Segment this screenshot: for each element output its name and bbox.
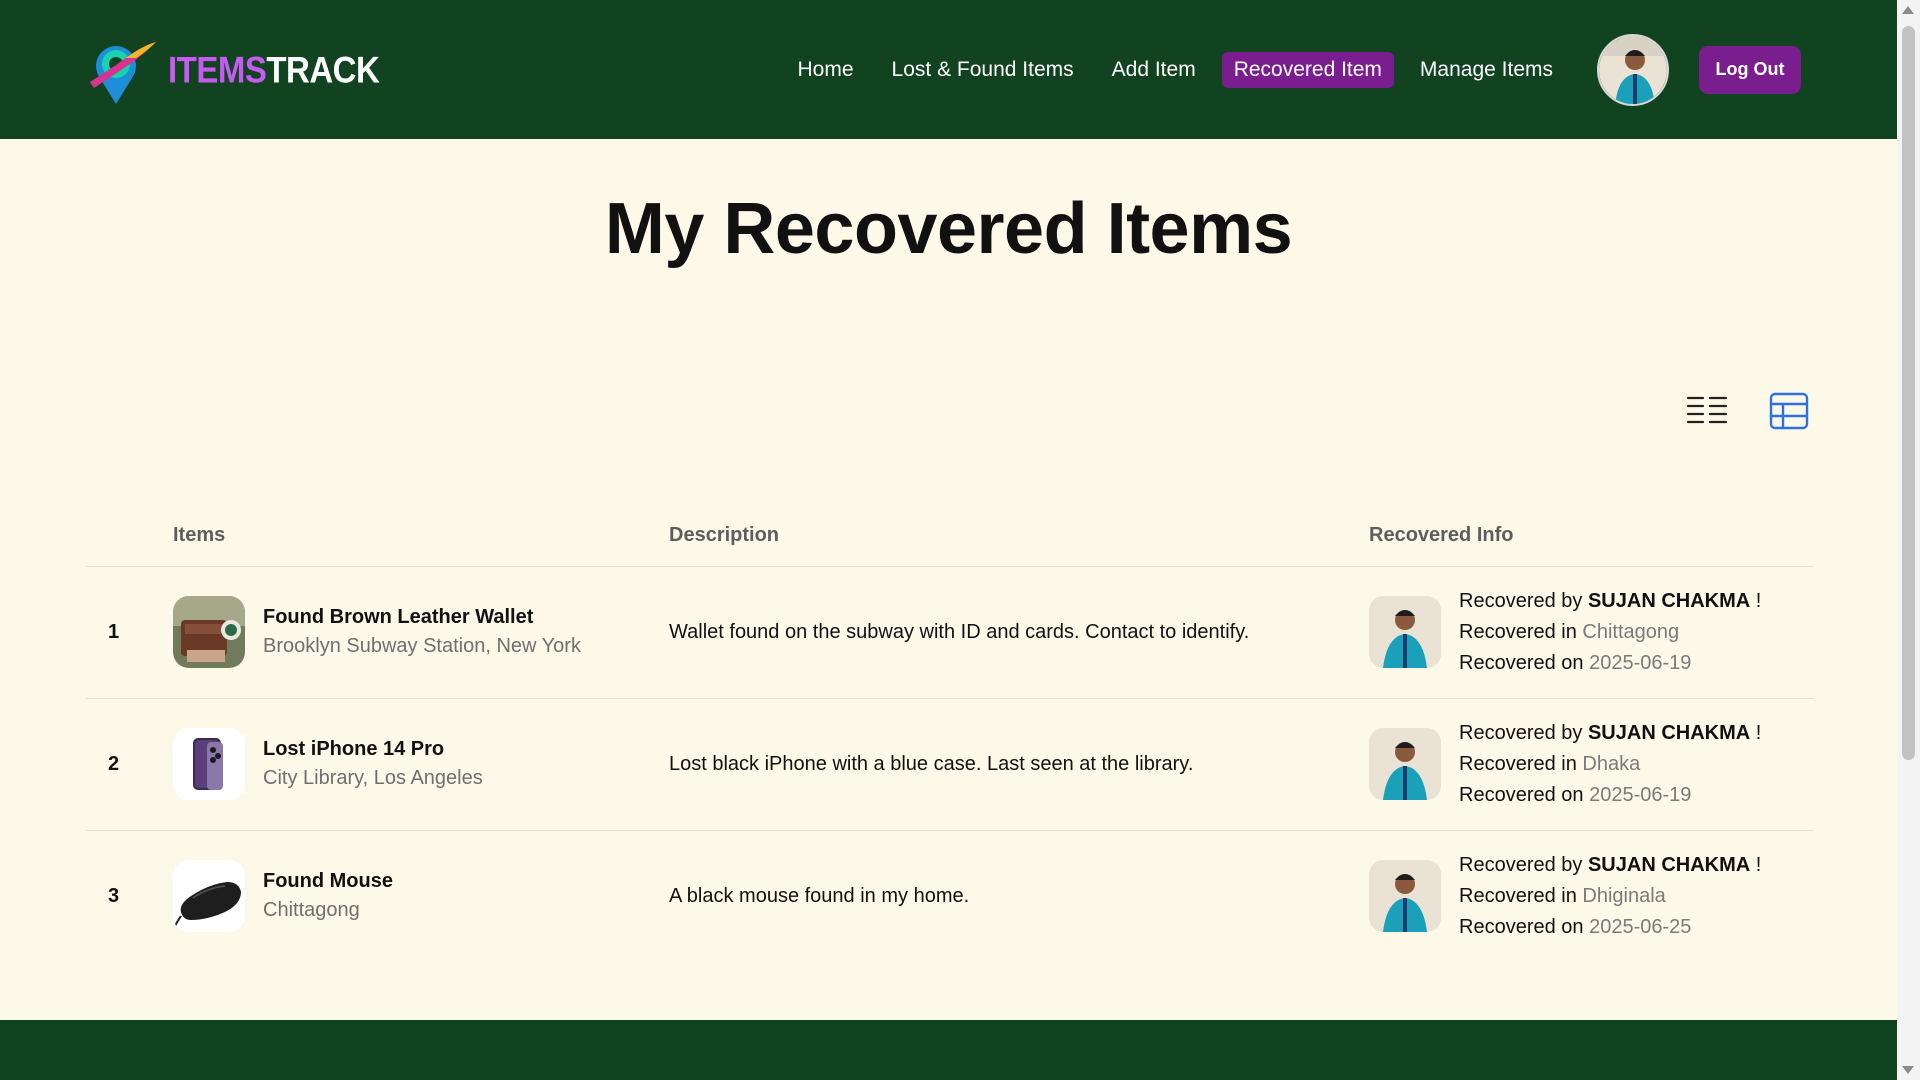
mouse-image (173, 860, 245, 933)
recovered-on-label: Recovered on (1459, 651, 1584, 674)
page-title: My Recovered Items (604, 189, 1293, 269)
recovered-by-suffix: ! (1755, 721, 1762, 744)
recovered-in-value: Chittagong (1582, 620, 1680, 643)
item-location: Chittagong (263, 899, 360, 922)
nav-link-add-item[interactable]: Add Item (1100, 52, 1208, 88)
row-index: 2 (86, 698, 173, 831)
recovered-on-line: Recovered on 2025-06-19 (1459, 648, 1761, 679)
header-recovered-info: Recovered Info (1369, 506, 1813, 567)
brand-name: ITEMSTRACK (168, 48, 380, 91)
recovered-by-label: Recovered by (1459, 589, 1583, 612)
recovered-in-line: Recovered in Dhiginala (1459, 881, 1761, 912)
nav-link-manage-items[interactable]: Manage Items (1408, 52, 1565, 88)
header-index (86, 506, 173, 567)
view-toggle-group (1686, 392, 1810, 430)
logout-button[interactable]: Log Out (1699, 45, 1801, 94)
scrollbar-thumb[interactable] (1902, 26, 1915, 760)
iphone-image (173, 728, 245, 800)
recoverer-avatar-image (1369, 596, 1441, 668)
item-thumbnail (173, 728, 245, 800)
table-row: 2 Lost iPhone 14 Pro City Library, Los A… (86, 698, 1813, 831)
row-index: 3 (108, 884, 120, 907)
recovered-by-suffix: ! (1755, 589, 1762, 612)
nav-link-recovered-item[interactable]: Recovered Item (1221, 51, 1394, 88)
item-location: City Library, Los Angeles (263, 767, 483, 789)
recovered-by-name: SUJAN CHAKMA (1587, 721, 1751, 744)
recovered-in-label: Recovered in (1459, 620, 1577, 643)
page: ITEMSTRACK Home Lost & Found Items Add I… (0, 0, 1897, 1080)
recovered-by-label: Recovered by (1459, 853, 1583, 876)
recovered-info-cell: Recovered by SUJAN CHAKMA ! Recovered in… (1369, 586, 1813, 679)
page-scrollbar[interactable] (1897, 0, 1920, 1080)
item-cell: Found Mouse Chittagong (173, 860, 669, 933)
recovered-info-cell: Recovered by SUJAN CHAKMA ! Recovered in… (1369, 850, 1813, 943)
table-row: 1 Found Brown Leather Wallet Brooklyn Su… (86, 566, 1813, 699)
item-cell: Found Brown Leather Wallet Brooklyn Subw… (173, 596, 669, 668)
recovered-in-line: Recovered in Dhaka (1459, 749, 1761, 780)
recovered-in-label: Recovered in (1459, 752, 1577, 775)
recovered-on-label: Recovered on (1459, 783, 1584, 806)
recovered-by-label: Recovered by (1459, 721, 1583, 744)
location-pin-logo-icon (90, 41, 156, 104)
scroll-up-icon[interactable] (1902, 6, 1914, 14)
recovered-on-value: 2025-06-19 (1589, 651, 1692, 674)
recoverer-avatar-image (1369, 728, 1441, 800)
recovered-in-value: Dhaka (1582, 752, 1641, 775)
recovered-by-line: Recovered by SUJAN CHAKMA ! (1459, 718, 1761, 749)
recoverer-avatar-image (1369, 860, 1441, 933)
wallet-image (173, 596, 245, 668)
recovered-info-cell: Recovered by SUJAN CHAKMA ! Recovered in… (1369, 718, 1813, 811)
recovered-on-value: 2025-06-25 (1589, 915, 1692, 938)
item-description: A black mouse found in my home. (669, 884, 970, 907)
brand-name-second: TRACK (266, 48, 380, 90)
item-thumbnail (173, 596, 245, 668)
recovered-by-line: Recovered by SUJAN CHAKMA ! (1459, 850, 1761, 881)
item-title: Found Brown Leather Wallet (263, 606, 534, 628)
scroll-down-icon[interactable] (1902, 1066, 1914, 1074)
recovered-in-line: Recovered in Chittagong (1459, 617, 1761, 648)
item-title: Lost iPhone 14 Pro (263, 738, 445, 760)
recovered-by-line: Recovered by SUJAN CHAKMA ! (1459, 586, 1761, 617)
recovered-in-value: Dhiginala (1582, 884, 1666, 907)
brand-name-first: ITEMS (168, 48, 267, 90)
recoverer-avatar (1369, 596, 1441, 668)
item-thumbnail (173, 860, 245, 933)
table-row: 3 Found Mouse Chittagong A black mouse f… (86, 830, 1813, 962)
item-title: Found Mouse (263, 870, 393, 893)
recovered-in-label: Recovered in (1459, 884, 1577, 907)
recovered-items-table: Items Description Recovered Info 1 Found… (86, 506, 1813, 962)
user-avatar[interactable] (1597, 33, 1669, 106)
table-view-icon[interactable] (1768, 392, 1810, 430)
list-view-icon[interactable] (1686, 392, 1728, 430)
item-description: Lost black iPhone with a blue case. Last… (669, 752, 1194, 775)
recoverer-avatar (1369, 728, 1441, 800)
header-description: Description (669, 506, 1369, 567)
nav-links: Home Lost & Found Items Add Item Recover… (786, 33, 1801, 106)
row-index: 1 (86, 566, 173, 699)
user-avatar-image (1599, 35, 1667, 104)
item-description: Wallet found on the subway with ID and c… (669, 620, 1250, 643)
item-location: Brooklyn Subway Station, New York (263, 635, 581, 657)
recovered-by-suffix: ! (1755, 853, 1762, 876)
recoverer-avatar (1369, 860, 1441, 933)
table-header-row: Items Description Recovered Info (86, 506, 1813, 567)
nav-link-lost-found-items[interactable]: Lost & Found Items (880, 52, 1086, 88)
nav-link-home[interactable]: Home (786, 52, 866, 88)
item-cell: Lost iPhone 14 Pro City Library, Los Ang… (173, 728, 669, 800)
recovered-on-line: Recovered on 2025-06-25 (1459, 912, 1761, 943)
recovered-by-name: SUJAN CHAKMA (1587, 589, 1751, 612)
recovered-by-name: SUJAN CHAKMA (1587, 853, 1751, 876)
header-items: Items (173, 506, 669, 567)
footer (0, 1020, 1897, 1080)
recovered-on-line: Recovered on 2025-06-19 (1459, 780, 1761, 811)
navbar: ITEMSTRACK Home Lost & Found Items Add I… (0, 0, 1897, 139)
recovered-on-label: Recovered on (1459, 915, 1584, 938)
brand-logo-link[interactable]: ITEMSTRACK (86, 34, 380, 106)
recovered-on-value: 2025-06-19 (1589, 783, 1692, 806)
